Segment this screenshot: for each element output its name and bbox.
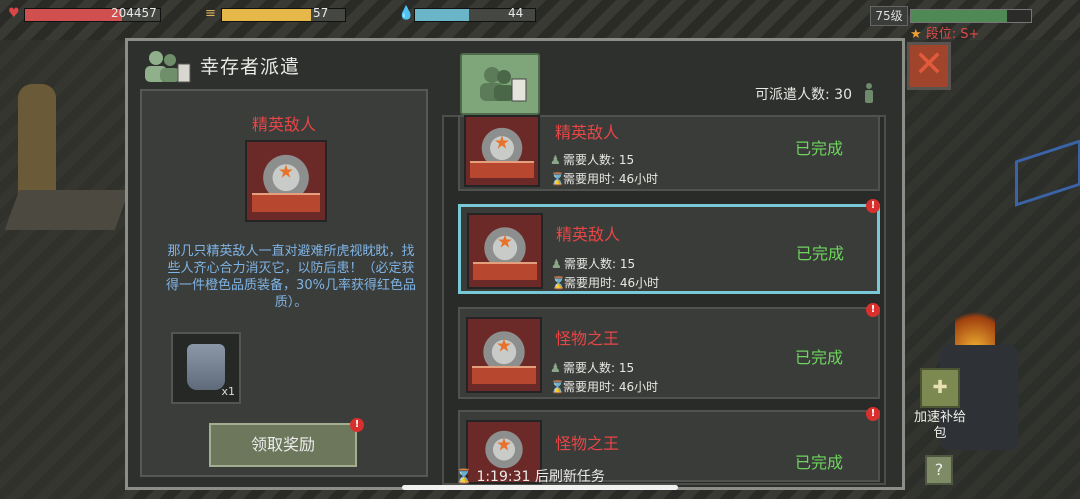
desk-sprite <box>4 190 130 230</box>
task-alert-badge: ! <box>866 199 880 213</box>
heart-icon: ♥ <box>8 6 20 21</box>
person-icon <box>865 83 873 103</box>
refresh-timer-text: 1:19:31 后刷新任务 <box>476 469 605 485</box>
food-value: 57 <box>313 6 329 20</box>
star-icon: ★ <box>910 27 922 42</box>
task-time-text: 需要用时: 46小时 <box>564 276 660 290</box>
water-drop-icon: 💧 <box>398 6 415 21</box>
task-alert-badge: ! <box>866 407 880 421</box>
task-people: ♟ 需要人数: 15 <box>550 151 634 168</box>
speed-supply-button[interactable]: ✚ <box>920 368 960 408</box>
task-card-1[interactable]: ★ 精英敌人 ♟ 需要人数: 15 ⌛需要用时: 46小时 已完成 <box>458 115 880 191</box>
task-badge-icon: ★ <box>467 213 543 289</box>
close-button[interactable]: ✕ <box>907 42 951 90</box>
detail-description: 那几只精英敌人一直对避难所虎视眈眈，找些人齐心合力消灭它，以防后患！（必定获得一… <box>166 244 416 310</box>
task-people: ♟ 需要人数: 15 <box>551 255 635 272</box>
badge-star: ★ <box>277 161 295 183</box>
badge-ribbon <box>472 365 536 384</box>
food-bar-fill <box>222 9 311 21</box>
task-name: 怪物之王 <box>555 434 620 453</box>
task-alert-badge: ! <box>866 303 880 317</box>
elite-enemy-badge-icon: ★ <box>245 140 327 222</box>
water-value: 44 <box>508 6 524 20</box>
reward-item[interactable]: x1 <box>171 332 241 404</box>
rank-label: ★ 段位: S+ <box>910 23 979 42</box>
window-title: 幸存者派遣 <box>200 56 301 78</box>
task-name: 怪物之王 <box>555 329 620 348</box>
person-icon: ♟ <box>550 361 561 375</box>
help-button[interactable]: ? <box>925 455 953 485</box>
dispatch-count: 可派遣人数: 30 <box>755 87 852 103</box>
task-time-text: 需要用时: 46小时 <box>563 172 659 186</box>
task-card-2[interactable]: ★ 精英敌人 ♟ 需要人数: 15 ⌛需要用时: 46小时 已完成 <box>458 204 880 294</box>
badge-star: ★ <box>495 434 513 456</box>
food-icon: ≡ <box>205 6 216 21</box>
badge-star: ★ <box>495 335 513 357</box>
survivors-icon <box>145 51 191 83</box>
badge-star: ★ <box>496 231 514 253</box>
task-name: 精英敌人 <box>555 123 620 142</box>
task-people: ♟ 需要人数: 15 <box>550 359 634 376</box>
task-time-text: 需要用时: 46小时 <box>563 380 659 394</box>
badge-ribbon <box>470 161 534 179</box>
hourglass-icon: ⌛ <box>550 172 565 186</box>
task-name: 精英敌人 <box>556 225 621 244</box>
dispatch-tab[interactable] <box>460 53 540 115</box>
survivors-tab-icon <box>480 67 527 102</box>
hourglass-icon: ⌛ <box>455 469 473 485</box>
refresh-timer: ⌛ 1:19:31 后刷新任务 <box>455 466 605 486</box>
task-badge-icon: ★ <box>464 115 540 187</box>
task-people-text: 需要人数: 15 <box>564 257 636 271</box>
task-status: 已完成 <box>796 244 845 263</box>
hourglass-icon: ⌛ <box>550 380 565 394</box>
supply-box-icon: ✚ <box>932 377 948 398</box>
task-time: ⌛需要用时: 46小时 <box>550 378 658 395</box>
close-icon: ✕ <box>913 44 945 85</box>
task-status: 已完成 <box>795 139 844 158</box>
task-people-text: 需要人数: 15 <box>563 153 635 167</box>
claim-alert-badge: ! <box>350 418 364 432</box>
task-status: 已完成 <box>795 453 844 472</box>
person-icon: ♟ <box>550 153 561 167</box>
home-indicator[interactable] <box>402 485 678 490</box>
task-time: ⌛需要用时: 46小时 <box>550 170 658 187</box>
task-time: ⌛需要用时: 46小时 <box>551 274 659 291</box>
health-bar-fill <box>25 9 123 21</box>
person-icon: ♟ <box>551 257 562 271</box>
task-status: 已完成 <box>795 348 844 367</box>
task-badge-icon: ★ <box>466 317 542 393</box>
survivor-sprite <box>18 84 56 204</box>
hourglass-icon: ⌛ <box>551 276 566 290</box>
water-bar-fill <box>415 9 469 21</box>
reward-quantity: x1 <box>221 385 235 398</box>
armor-icon <box>187 344 225 390</box>
badge-ribbon <box>473 261 537 280</box>
health-value: 204457 <box>111 6 157 20</box>
rank-text: 段位: S+ <box>925 27 980 42</box>
detail-title: 精英敌人 <box>251 115 316 134</box>
badge-star: ★ <box>493 132 511 154</box>
task-people-text: 需要人数: 15 <box>563 361 635 375</box>
task-card-3[interactable]: ★ 怪物之王 ♟ 需要人数: 15 ⌛需要用时: 46小时 已完成 <box>458 307 880 399</box>
badge-ribbon <box>251 193 321 213</box>
player-level: 75级 <box>870 6 908 26</box>
claim-reward-button[interactable]: 领取奖励 <box>209 423 357 467</box>
xp-bar-fill <box>911 10 1007 22</box>
speed-supply-label: 加速补给包 <box>913 410 966 441</box>
xp-bar <box>910 9 1032 23</box>
